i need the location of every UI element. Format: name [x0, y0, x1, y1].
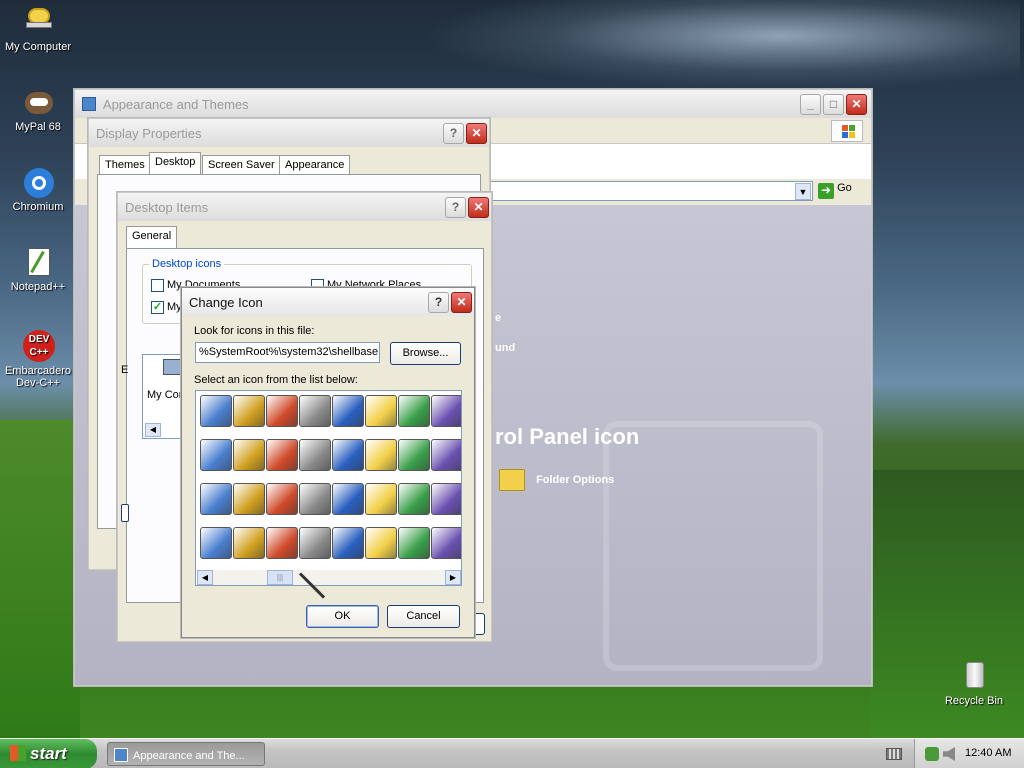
- close-button[interactable]: ✕: [451, 292, 472, 313]
- tab-appearance[interactable]: Appearance: [279, 155, 351, 175]
- package-icon[interactable]: [332, 395, 364, 427]
- taskbar-item-appearance[interactable]: Appearance and The...: [107, 742, 265, 766]
- list-scroll-left-button[interactable]: ◀: [145, 423, 161, 437]
- help-button[interactable]: ?: [443, 123, 464, 144]
- printer-ok-icon[interactable]: [398, 527, 430, 559]
- recycle-bin-full-icon[interactable]: [266, 395, 298, 427]
- page-icon[interactable]: [431, 395, 461, 427]
- recycle-full-icon[interactable]: [233, 527, 265, 559]
- start-button[interactable]: start: [0, 739, 97, 768]
- volume-icon[interactable]: [943, 747, 955, 761]
- checkmark-icon[interactable]: [200, 439, 232, 471]
- control-panel-icon: [82, 97, 96, 111]
- scroll-right-button[interactable]: ▶: [445, 570, 461, 585]
- close-button[interactable]: ✕: [468, 197, 489, 218]
- picture-icon[interactable]: [200, 527, 232, 559]
- font-a-icon[interactable]: [332, 439, 364, 471]
- blocks-icon[interactable]: [398, 395, 430, 427]
- folder-printer-icon[interactable]: [200, 483, 232, 515]
- icon-file-input[interactable]: %SystemRoot%\system32\shellbase.dll: [195, 342, 380, 363]
- icon-list-scrollbar[interactable]: ◀ ||| ▶: [197, 570, 461, 585]
- computer-icon: [163, 359, 181, 375]
- scroll-left-button[interactable]: ◀: [197, 570, 213, 585]
- folder-options-link[interactable]: Folder Options: [499, 469, 614, 491]
- help-button[interactable]: ?: [428, 292, 449, 313]
- change-icon-dialog: Change Icon ? ✕ Look for icons in this f…: [181, 287, 475, 638]
- my-computer-checkbox[interactable]: ✓: [151, 301, 164, 314]
- document-icon[interactable]: [299, 483, 331, 515]
- window-gear-icon[interactable]: [299, 527, 331, 559]
- recycle-icon[interactable]: [233, 483, 265, 515]
- window-icon[interactable]: [365, 395, 397, 427]
- desktop-icon-my-computer[interactable]: My Computer: [0, 6, 78, 53]
- star-icon[interactable]: [431, 483, 461, 515]
- printer-ok-icon[interactable]: [398, 483, 430, 515]
- go-arrow-icon: ➜: [818, 183, 834, 199]
- go-button[interactable]: ➜ Go: [818, 182, 858, 202]
- tab-general[interactable]: General: [126, 226, 178, 249]
- ok-button[interactable]: OK: [306, 605, 379, 628]
- my-computer-icon: [22, 6, 54, 38]
- desktop-items-titlebar[interactable]: Desktop Items: [118, 193, 491, 221]
- windows-flag-icon: [10, 745, 26, 761]
- minimize-button[interactable]: _: [800, 94, 821, 115]
- printer-icon[interactable]: [233, 439, 265, 471]
- desktop-icon-chromium[interactable]: Chromium: [0, 166, 78, 213]
- font-t-icon[interactable]: [332, 483, 364, 515]
- close-button[interactable]: ✕: [466, 123, 487, 144]
- windows-logo-icon: [831, 120, 863, 142]
- printer-ok-icon[interactable]: [398, 439, 430, 471]
- icon-list[interactable]: ◀ ||| ▶: [195, 390, 462, 586]
- folder-up-icon[interactable]: [266, 483, 298, 515]
- desktop-icon-recycle-bin[interactable]: Recycle Bin: [934, 660, 1014, 707]
- desktop-icon-notepad-plus-plus[interactable]: Notepad++: [0, 246, 78, 293]
- control-panel-title: Appearance and Themes: [102, 97, 249, 112]
- folder-icon: [499, 469, 525, 491]
- icon-grid: [196, 391, 461, 569]
- transfer-icon[interactable]: [266, 439, 298, 471]
- recycle-bin-icon: [958, 660, 990, 692]
- notepad-plus-plus-icon: [22, 246, 54, 278]
- printer-icon[interactable]: [233, 395, 265, 427]
- network-settings-icon[interactable]: [299, 395, 331, 427]
- desktop-icon-mypal[interactable]: MyPal 68: [0, 86, 78, 133]
- display-properties-titlebar[interactable]: Display Properties: [89, 119, 489, 147]
- cd-icon[interactable]: [365, 527, 397, 559]
- folder-error-icon[interactable]: [365, 439, 397, 471]
- tab-themes[interactable]: Themes: [99, 155, 151, 175]
- globe-icon[interactable]: [200, 395, 232, 427]
- taskbar: start Appearance and The... 12:40 AM: [0, 738, 1024, 768]
- keyboard-icon[interactable]: [886, 748, 902, 760]
- tools-icon[interactable]: [299, 439, 331, 471]
- desktop-items-ok-button-edge[interactable]: [121, 504, 129, 522]
- devcpp-icon: DEV C++: [22, 330, 55, 362]
- control-panel-titlebar[interactable]: Appearance and Themes: [75, 90, 871, 118]
- scroll-thumb[interactable]: |||: [267, 570, 293, 585]
- computer-icon[interactable]: [365, 483, 397, 515]
- folder-icon[interactable]: [431, 439, 461, 471]
- chromium-icon: [22, 166, 54, 198]
- tab-desktop[interactable]: Desktop: [149, 152, 202, 175]
- control-panel-small-icon: [114, 748, 128, 762]
- cancel-button[interactable]: Cancel: [387, 605, 460, 628]
- mypal-icon: [22, 86, 54, 118]
- watermark-check-icon: [603, 421, 823, 671]
- network-icon[interactable]: [925, 747, 939, 761]
- folder-yellow-icon[interactable]: [266, 527, 298, 559]
- close-button[interactable]: ✕: [846, 94, 867, 115]
- maximize-button[interactable]: □: [823, 94, 844, 115]
- address-dropdown-button[interactable]: ▼: [795, 183, 811, 200]
- font-a-red-icon[interactable]: [332, 527, 364, 559]
- browse-button[interactable]: Browse...: [390, 342, 461, 365]
- system-tray: 12:40 AM: [914, 739, 1024, 768]
- desktop-icon-devcpp[interactable]: DEV C++ Embarcadero Dev-C++: [0, 330, 78, 389]
- device-icon[interactable]: [431, 527, 461, 559]
- my-documents-checkbox[interactable]: [151, 279, 164, 292]
- help-button[interactable]: ?: [445, 197, 466, 218]
- tab-screen-saver[interactable]: Screen Saver: [202, 155, 281, 175]
